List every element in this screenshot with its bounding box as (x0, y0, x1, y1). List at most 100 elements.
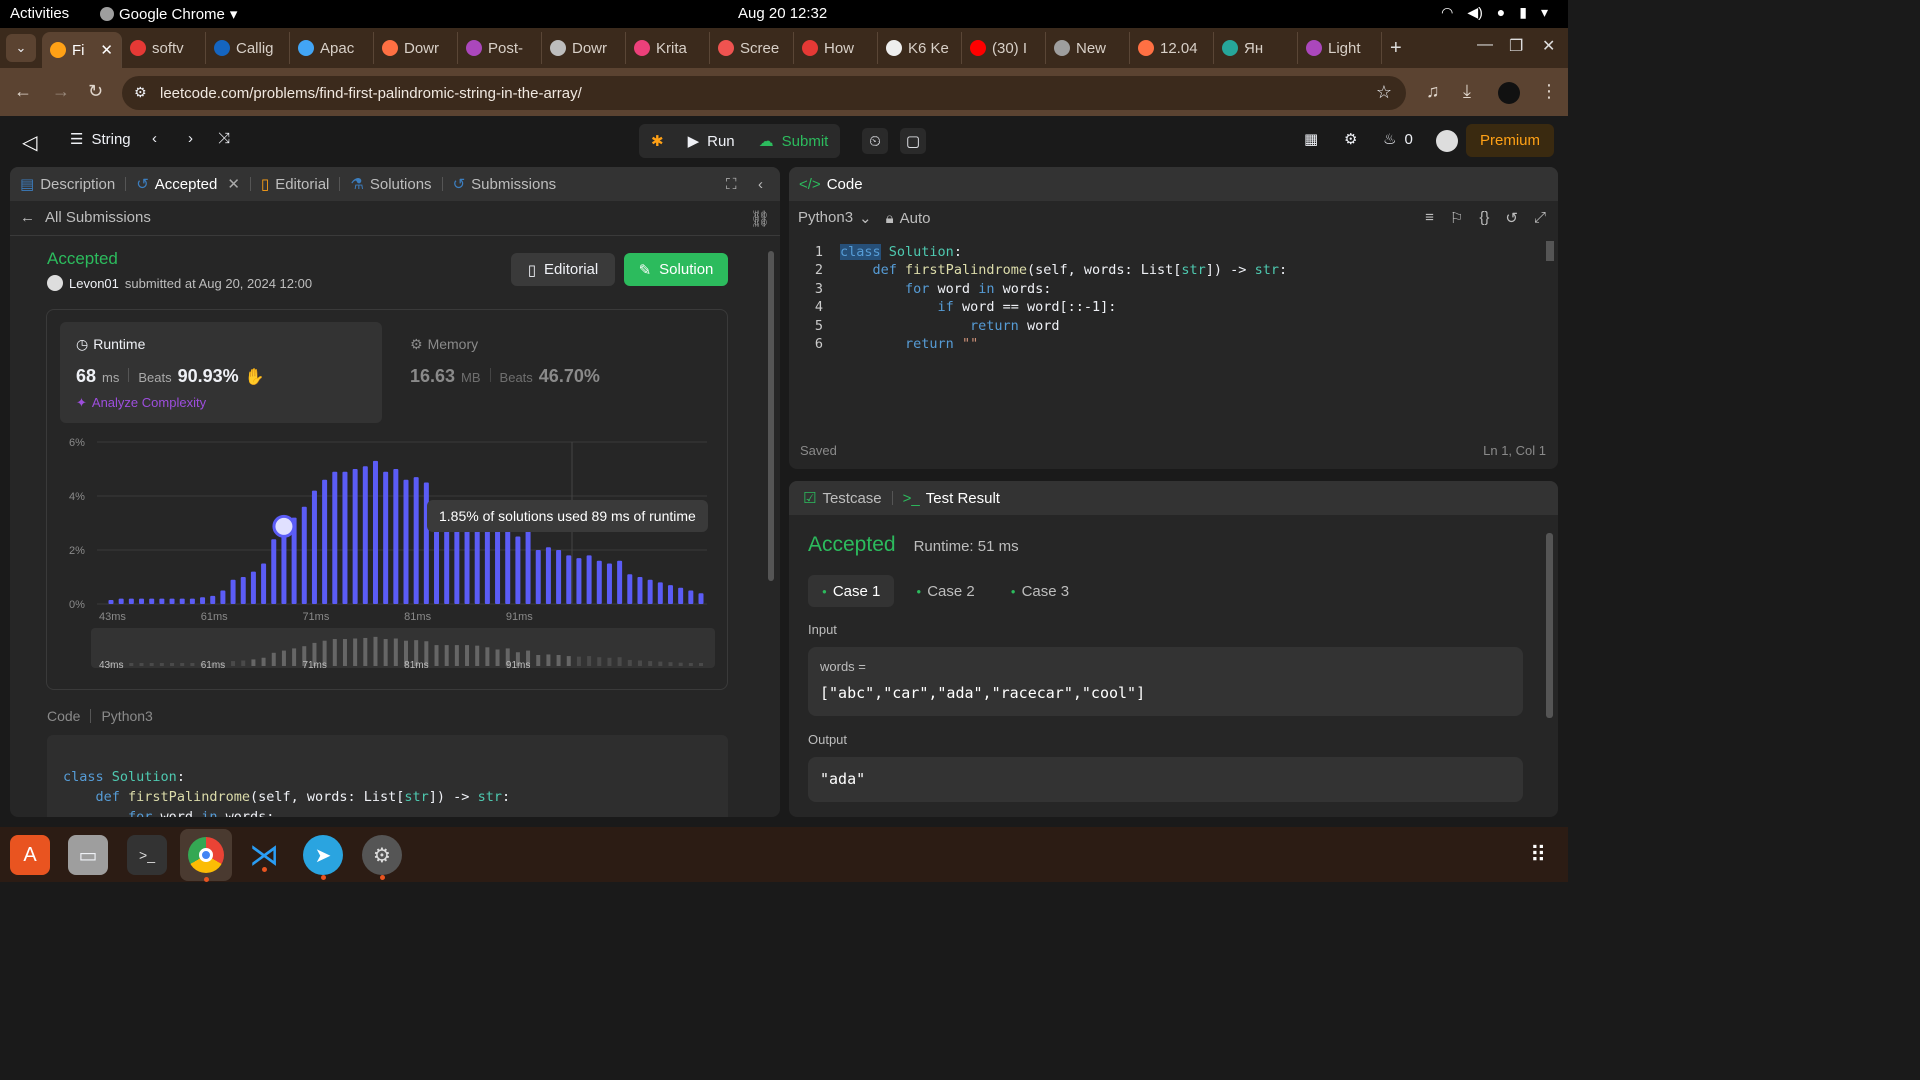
runtime-card[interactable]: ◷ Runtime 68 ms Beats 90.93% ✋ ✦ Analyze C… (60, 322, 382, 423)
tab-solutions[interactable]: ⚗ Solutions (340, 175, 441, 194)
battery-icon: ▮ (1519, 4, 1527, 20)
browser-tab[interactable]: Scree (710, 32, 794, 64)
solution-button[interactable]: ✎ Solution (624, 253, 728, 286)
profile-avatar[interactable] (1498, 82, 1520, 104)
scrollbar-thumb[interactable] (768, 251, 774, 581)
bookmark-star-icon[interactable]: ☆ (1376, 82, 1392, 103)
memory-card[interactable]: ⚙ Memory 16.63 MB Beats 46.70% (397, 322, 719, 423)
case-tab-1[interactable]: ● Case 1 (808, 575, 895, 607)
browser-tab[interactable]: (30) I (962, 32, 1046, 64)
output-box[interactable]: "ada" (808, 757, 1523, 802)
username[interactable]: Levon01 (69, 276, 119, 291)
browser-tab[interactable]: Ян (1214, 32, 1298, 64)
browser-tab[interactable]: softv (122, 32, 206, 64)
leetcode-logo[interactable]: ◁ (22, 130, 37, 155)
telegram-icon[interactable]: ➤ (303, 835, 343, 880)
files-icon[interactable]: ▭ (68, 835, 108, 875)
tab-testcase[interactable]: ☑ Testcase (793, 489, 892, 508)
prev-problem-button[interactable]: ‹ (152, 130, 157, 147)
clock[interactable]: Aug 20 12:32 (738, 5, 827, 22)
language-select[interactable]: Python3 ⌄ (798, 209, 872, 227)
browser-tab[interactable]: Light (1298, 32, 1382, 64)
forward-icon[interactable]: → (52, 81, 70, 102)
user-avatar[interactable] (1436, 130, 1458, 152)
editor-code-text[interactable]: class Solution: def firstPalindrome(self… (840, 243, 1287, 353)
problem-list-button[interactable]: ☰ String (70, 130, 131, 149)
scrollbar[interactable] (766, 239, 776, 811)
auto-mode[interactable]: 🔒︎ Auto (886, 210, 931, 227)
site-info-icon[interactable]: ⚙ (134, 84, 147, 101)
browser-tab[interactable]: Fi ✕ (42, 32, 122, 68)
settings-gear-icon[interactable]: ⚙ (1344, 130, 1357, 148)
streak-counter[interactable]: ♨ 0 (1383, 130, 1413, 149)
result-scrollbar[interactable] (1545, 521, 1554, 813)
back-icon[interactable]: ← (14, 81, 32, 102)
code-editor[interactable]: 1 2 3 4 5 6 class Solution: def firstPal… (789, 241, 1549, 431)
browser-tab[interactable]: K6 Ke (878, 32, 962, 64)
debug-button[interactable]: ✱ (639, 124, 676, 158)
close-tab-icon[interactable]: ✕ (100, 41, 113, 59)
all-submissions-link[interactable]: ← All Submissions (20, 209, 151, 226)
input-box[interactable]: words = ["abc","car","ada","racecar","co… (808, 647, 1523, 716)
vscode-icon[interactable]: ⋊ (244, 835, 284, 875)
activities-button[interactable]: Activities (10, 5, 69, 22)
expand-icon[interactable]: ⤢ (1534, 209, 1546, 227)
maximize-panel-icon[interactable]: ⛶ (726, 176, 737, 193)
braces-icon[interactable]: {} (1479, 209, 1489, 227)
terminal-icon[interactable]: >_ (127, 835, 167, 875)
reload-icon[interactable]: ↻ (88, 81, 103, 102)
settings-icon[interactable]: ⚙ (362, 835, 402, 880)
menu-icon[interactable]: ⋮ (1540, 81, 1558, 102)
bookmark-icon[interactable]: ⚐ (1450, 209, 1463, 227)
browser-tab[interactable]: 12.04 (1130, 32, 1214, 64)
tab-editorial[interactable]: ▯ Editorial (251, 175, 339, 194)
browser-tab[interactable]: How (794, 32, 878, 64)
media-icon[interactable]: ♫ (1426, 81, 1440, 102)
browser-tab[interactable]: Krita (626, 32, 710, 64)
browser-tab[interactable]: Apac (290, 32, 374, 64)
case-tab-2[interactable]: ● Case 2 (902, 575, 988, 607)
editorial-button[interactable]: ▯ Editorial (511, 253, 615, 286)
tab-accepted[interactable]: ↺ Accepted ✕ (126, 175, 250, 194)
url-text[interactable]: leetcode.com/problems/find-first-palindr… (160, 85, 582, 102)
app-grid-icon[interactable]: ⠿ (1518, 835, 1558, 875)
runtime-distribution-chart[interactable]: 0% 2% 4% 6% 43ms 61ms 71ms 81ms 91ms 43ms 61ms 71ms… (47, 432, 727, 682)
run-button[interactable]: ▶ Run (676, 124, 747, 158)
next-problem-button[interactable]: › (188, 130, 193, 147)
timer-button[interactable]: ⏲ (862, 128, 888, 154)
premium-button[interactable]: Premium (1465, 124, 1554, 157)
maximize-button[interactable]: ❐ (1509, 36, 1523, 56)
tab-description[interactable]: ▤ Description (10, 175, 125, 194)
browser-tab[interactable]: Callig (206, 32, 290, 64)
analyze-complexity-link[interactable]: ✦ Analyze Complexity (76, 395, 206, 411)
case-tab-3[interactable]: ● Case 3 (997, 575, 1083, 607)
notes-button[interactable]: ▢ (900, 128, 926, 154)
submitted-code-block[interactable]: class Solution: def firstPalindrome(self… (47, 735, 728, 817)
system-tray[interactable]: ◠ ◀) ● ▮ ▾ (1441, 4, 1548, 21)
minimize-button[interactable]: — (1477, 36, 1493, 54)
format-icon[interactable]: ≡ (1425, 209, 1434, 227)
editor-scrollbar[interactable] (1546, 241, 1554, 261)
browser-tab[interactable]: New (1046, 32, 1130, 64)
share-link-icon[interactable]: ⛓ (750, 209, 770, 229)
tab-submissions[interactable]: ↺ Submissions (443, 175, 567, 194)
browser-tab[interactable]: Dowr (374, 32, 458, 64)
browser-tab[interactable]: Post- (458, 32, 542, 64)
close-window-button[interactable]: ✕ (1542, 36, 1555, 56)
scrollbar-thumb[interactable] (1546, 533, 1553, 718)
tab-search-button[interactable]: ⌄ (6, 34, 36, 62)
download-icon[interactable]: ⤓ (1463, 81, 1471, 102)
tab-test-result[interactable]: >_ Test Result (893, 490, 1010, 507)
close-icon[interactable]: ✕ (227, 175, 240, 193)
chrome-icon[interactable] (180, 829, 232, 882)
address-bar[interactable]: ⚙ leetcode.com/problems/find-first-palin… (122, 76, 1406, 110)
submit-button[interactable]: ☁ Submit (747, 124, 841, 158)
app-menu[interactable]: Google Chrome ▾ (100, 5, 237, 23)
shuffle-icon[interactable]: ⤨ (218, 130, 230, 147)
app-center-icon[interactable]: A (10, 835, 50, 875)
reset-icon[interactable]: ↺ (1505, 209, 1518, 227)
browser-tab[interactable]: Dowr (542, 32, 626, 64)
collapse-panel-icon[interactable]: ‹ (758, 176, 763, 193)
new-tab-button[interactable]: + (1390, 37, 1402, 60)
layout-icon[interactable]: ▦ (1304, 130, 1318, 148)
